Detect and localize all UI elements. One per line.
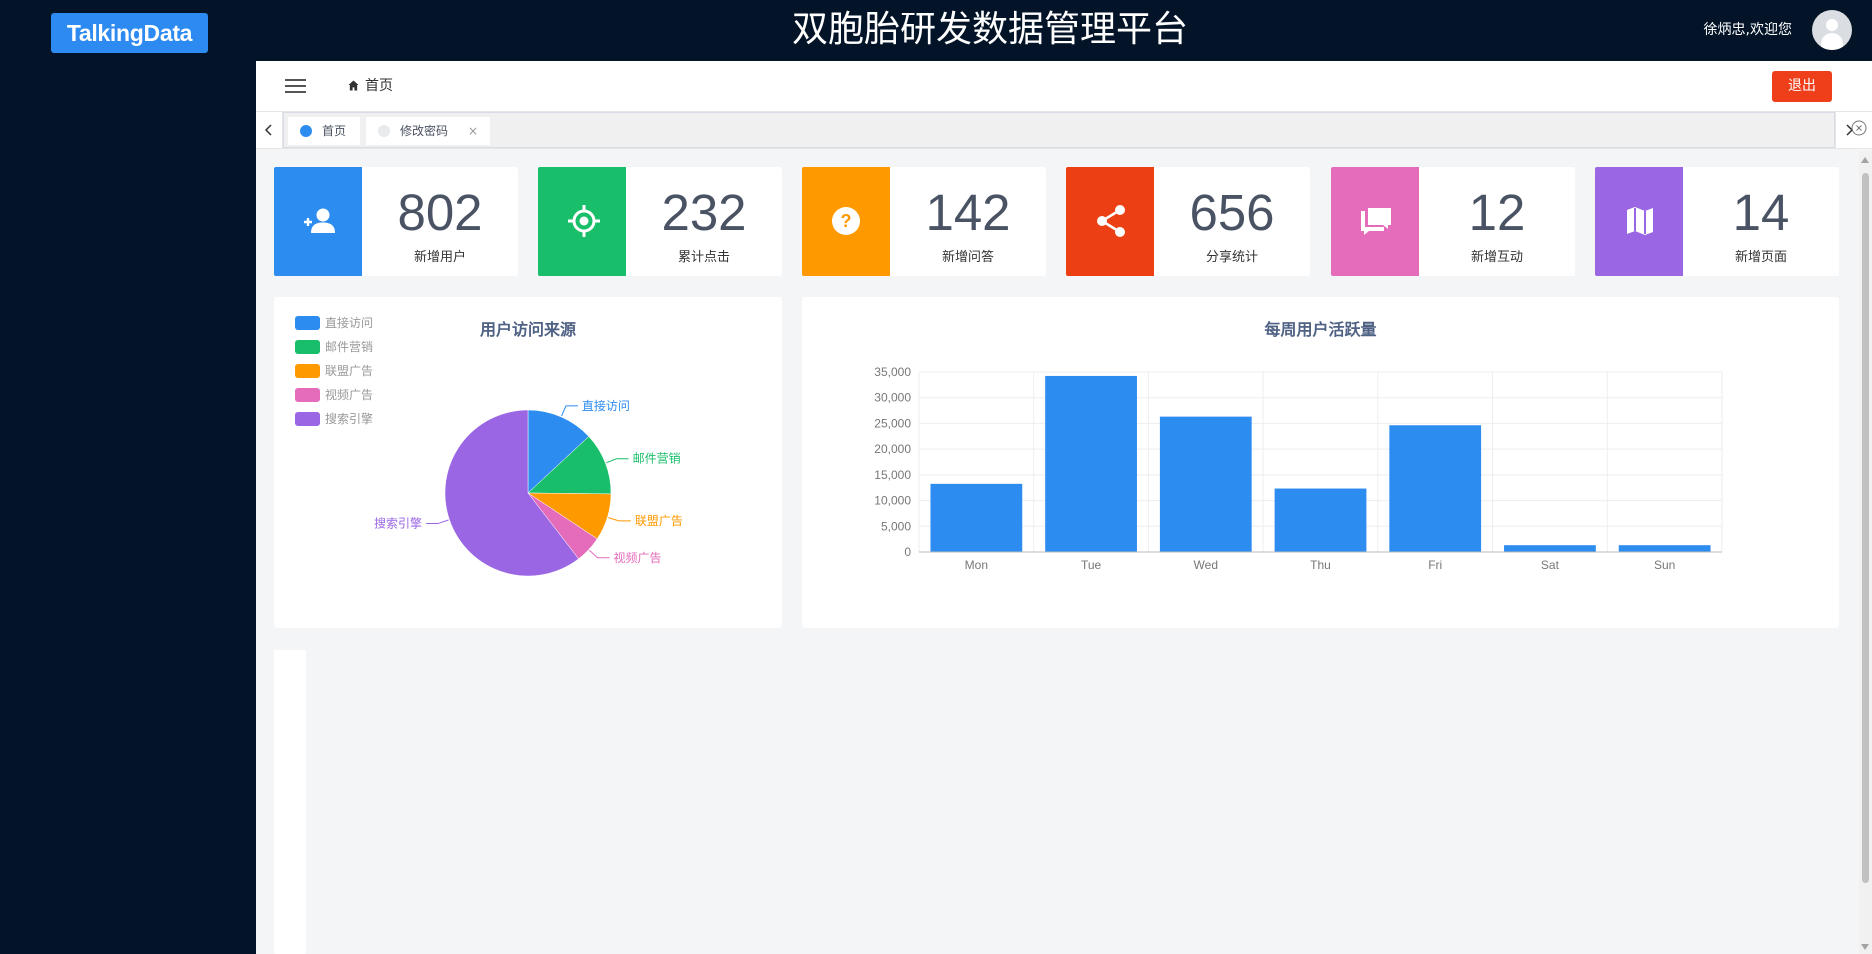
welcome-text: 徐炳忠,欢迎您 — [1703, 22, 1792, 38]
pie-chart: 直接访问邮件营销联盟广告视频广告 搜索引擎 — [374, 398, 683, 577]
avatar-body — [1821, 33, 1843, 50]
pie-slice-label: 视频广告 — [613, 550, 661, 565]
pie-chart-panel: 用户访问来源 直接访问 邮件营销 联盟广告 视频广告 搜索引擎 直接访问 邮件营销 联盟广告… — [274, 297, 782, 628]
stat-value: 12 — [1468, 184, 1526, 241]
bar[interactable] — [1504, 545, 1596, 552]
top-header: TalkingData 双胞胎研发数据管理平台 徐炳忠,欢迎您 — [0, 0, 1872, 61]
pie-slice-label: 邮件营销 — [633, 452, 681, 466]
tab-active-dot — [300, 125, 312, 137]
y-tick-label: 10,000 — [874, 494, 911, 508]
page-scrollbar[interactable] — [1859, 151, 1872, 954]
x-tick-label: Sun — [1654, 558, 1675, 572]
pie-label-line — [426, 519, 449, 525]
tab-bar: 首页 修改密码 × — [256, 111, 1872, 149]
chat-icon — [1361, 208, 1391, 235]
stat-card-shares: 656 分享统计 — [1066, 167, 1310, 276]
bar-chart: 0 5,000 10,000 15,000 20,000 25,000 30,000 35,0… — [874, 365, 1723, 572]
sidebar — [0, 61, 256, 954]
pie-slice-label: 联盟广告 — [635, 514, 683, 528]
y-tick-label: 20,000 — [874, 442, 911, 456]
logout-button[interactable]: 退出 — [1772, 71, 1832, 102]
stat-label: 新增问答 — [941, 250, 994, 265]
close-all-tabs-icon[interactable] — [1847, 112, 1872, 148]
stat-label: 新增用户 — [413, 250, 466, 265]
question-icon: ? — [832, 207, 860, 235]
tab-inactive-dot — [378, 125, 390, 137]
menu-toggle-icon[interactable] — [285, 79, 306, 93]
stat-card-interactions: 12 新增互动 — [1331, 167, 1575, 276]
y-tick-label: 30,000 — [874, 391, 911, 405]
tab-label: 首页 — [322, 124, 347, 138]
lower-panel — [274, 650, 306, 954]
bar[interactable] — [1045, 375, 1137, 552]
x-tick-label: Thu — [1310, 558, 1331, 572]
pie-label-line — [608, 517, 631, 522]
stat-icon-box — [1331, 167, 1419, 276]
stat-card-new-qa: ? 142 新增问答 — [802, 167, 1046, 276]
stat-card-total-clicks: 232 累计点击 — [538, 167, 782, 276]
app-title: 双胞胎研发数据管理平台 — [791, 9, 1188, 50]
scrollbar-thumb[interactable] — [1862, 173, 1869, 883]
stat-label: 累计点击 — [677, 250, 730, 265]
pie-slice-label: 直接访问 — [582, 398, 630, 413]
x-tick-label: Mon — [965, 558, 988, 572]
target-icon — [568, 205, 600, 237]
user-add-icon — [304, 208, 335, 233]
tab-scroll-left-icon[interactable] — [256, 112, 283, 148]
x-tick-label: Tue — [1081, 558, 1102, 572]
tab-strip: 首页 修改密码 × — [283, 112, 1835, 148]
y-tick-label: 5,000 — [881, 519, 911, 533]
stat-icon-box — [1595, 167, 1683, 276]
y-tick-label: 25,000 — [874, 416, 911, 430]
map-icon — [1627, 207, 1653, 235]
avatar[interactable] — [1812, 10, 1852, 50]
bar-chart-panel: 每周用户活跃量 0 5,000 10,000 15,000 20,000 25,000 30… — [802, 297, 1839, 628]
navbar: 首页 退出 — [256, 61, 1872, 111]
stat-label: 分享统计 — [1205, 250, 1258, 265]
svg-text:?: ? — [841, 211, 852, 231]
stat-value: 802 — [397, 184, 483, 241]
pie-label-line — [561, 405, 578, 417]
stat-card-new-users: 802 新增用户 — [274, 167, 518, 276]
y-tick-label: 35,000 — [874, 365, 911, 379]
stat-label: 新增互动 — [1470, 250, 1523, 265]
stat-icon-box — [274, 167, 362, 276]
stat-icon-box — [1066, 167, 1154, 276]
stat-card-new-pages: 14 新增页面 — [1595, 167, 1839, 276]
stat-icon-box: ? — [802, 167, 890, 276]
x-tick-label: Wed — [1194, 558, 1218, 572]
bar[interactable] — [1389, 425, 1482, 552]
x-tick-label: Sat — [1541, 558, 1560, 572]
home-icon — [348, 80, 359, 91]
y-tick-label: 15,000 — [874, 468, 911, 482]
breadcrumb[interactable]: 首页 — [348, 76, 393, 96]
y-tick-label: 0 — [904, 545, 911, 559]
scroll-up-icon[interactable] — [1861, 157, 1869, 163]
stat-icon-box — [538, 167, 626, 276]
tab-close-icon[interactable]: × — [468, 117, 478, 145]
stat-value: 232 — [661, 184, 747, 241]
tab-label: 修改密码 — [400, 124, 449, 138]
breadcrumb-home: 首页 — [365, 78, 393, 94]
avatar-head — [1826, 19, 1838, 31]
x-tick-label: Fri — [1428, 558, 1442, 572]
pie-label-line — [589, 549, 610, 559]
stat-label: 新增页面 — [1734, 250, 1787, 265]
share-icon — [1097, 205, 1125, 237]
bar[interactable] — [1274, 488, 1367, 552]
bar[interactable] — [1159, 416, 1252, 552]
bar[interactable] — [930, 483, 1023, 552]
tab-home[interactable]: 首页 — [288, 117, 360, 145]
stat-value: 14 — [1732, 184, 1790, 241]
tab-change-password[interactable]: 修改密码 × — [366, 117, 490, 145]
stat-value: 656 — [1189, 184, 1275, 241]
bar[interactable] — [1618, 545, 1711, 552]
stat-value: 142 — [925, 184, 1011, 241]
scroll-down-icon[interactable] — [1861, 944, 1869, 950]
pie-slice-label: 搜索引擎 — [374, 516, 422, 531]
pie-label-line — [606, 458, 629, 464]
